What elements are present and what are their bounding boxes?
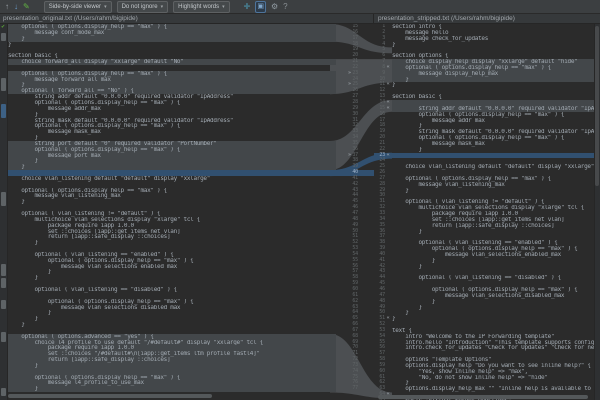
apply-change-chevron-icon[interactable]: « [385, 65, 391, 71]
previous-difference-icon[interactable]: ↑ [5, 0, 9, 13]
collapse-unchanged-icon[interactable]: ✛ [244, 0, 251, 13]
help-icon[interactable]: ? [283, 0, 287, 13]
synchronize-scrolling-icon[interactable]: ▣ [255, 1, 266, 13]
apply-change-chevron-icon[interactable]: « [385, 316, 391, 322]
code-line[interactable]: options.display_help_max "" "Inline help… [392, 386, 594, 392]
next-difference-icon[interactable]: ↓ [14, 0, 18, 13]
edit-source-icon[interactable]: ✎ [23, 0, 30, 13]
stripe-change-marker[interactable] [1, 388, 6, 396]
viewer-type-dropdown[interactable]: Side-by-side viewer ▾ [44, 1, 112, 13]
code-line[interactable]: } [8, 386, 336, 392]
left-file-header: presentation_original.txt (/Users/rahm/b… [0, 14, 374, 24]
left-editor[interactable]: optional ( options.display_help == "max"… [8, 24, 336, 400]
highlight-policy-label: Highlight words [178, 2, 219, 12]
line-number-row: 77 [336, 386, 374, 392]
chevron-down-icon: ▾ [222, 2, 225, 12]
left-horizontal-scrollbar-thumb[interactable] [8, 394, 212, 398]
right-file-header: presentation_stripped.txt (/Users/rahm/b… [374, 14, 600, 24]
diff-viewer-window: ↑ ↓ ✎ Side-by-side viewer ▾ Do not ignor… [0, 0, 600, 400]
apply-change-chevron-icon[interactable]: « [385, 106, 391, 112]
left-line-number-gutter[interactable]: 1516171819202122»2324»252627282930313233… [336, 24, 374, 400]
right-horizontal-scrollbar-thumb[interactable] [378, 395, 588, 399]
file-headers: presentation_original.txt (/Users/rahm/b… [0, 14, 600, 24]
left-error-stripe[interactable]: ✔ [0, 24, 8, 400]
inspection-status-icon: ✔ [1, 24, 5, 30]
right-vertical-scrollbar-thumb[interactable] [595, 26, 599, 186]
stripe-change-marker[interactable] [1, 33, 6, 41]
stripe-change-marker[interactable] [1, 192, 6, 206]
ignore-policy-label: Do not ignore [122, 2, 158, 12]
editor-settings-gear-icon[interactable]: ⚙ [271, 0, 278, 13]
viewer-type-label: Side-by-side viewer [49, 2, 101, 12]
right-editor[interactable]: section intro { message hello message ch… [392, 24, 594, 400]
right-line-number-gutter[interactable]: 12345678«91011«121314«15«161718192021222… [374, 24, 392, 400]
apply-change-chevron-icon[interactable]: « [385, 82, 391, 88]
stripe-change-marker[interactable] [1, 278, 6, 288]
diff-toolbar: ↑ ↓ ✎ Side-by-side viewer ▾ Do not ignor… [0, 0, 600, 14]
line-number: 77 [352, 386, 358, 392]
stripe-change-marker[interactable] [1, 300, 6, 309]
highlight-policy-dropdown[interactable]: Highlight words ▾ [173, 1, 230, 13]
stripe-change-marker[interactable] [1, 78, 6, 91]
chevron-down-icon: ▾ [161, 2, 164, 12]
stripe-change-marker[interactable] [1, 104, 6, 118]
code-line[interactable]: choice vlan_listening default "default" … [392, 164, 594, 170]
diff-body: ✔ optional ( options.display_help == "ma… [0, 24, 600, 400]
code-line[interactable]: intro.check_for_updates "Check for Updat… [392, 345, 594, 351]
right-error-stripe[interactable] [594, 24, 600, 400]
apply-change-chevron-icon[interactable]: « [385, 153, 391, 159]
stripe-change-marker[interactable] [1, 264, 6, 276]
ignore-policy-dropdown[interactable]: Do not ignore ▾ [117, 1, 169, 13]
stripe-change-marker[interactable] [1, 332, 6, 342]
chevron-down-icon: ▾ [104, 2, 107, 12]
